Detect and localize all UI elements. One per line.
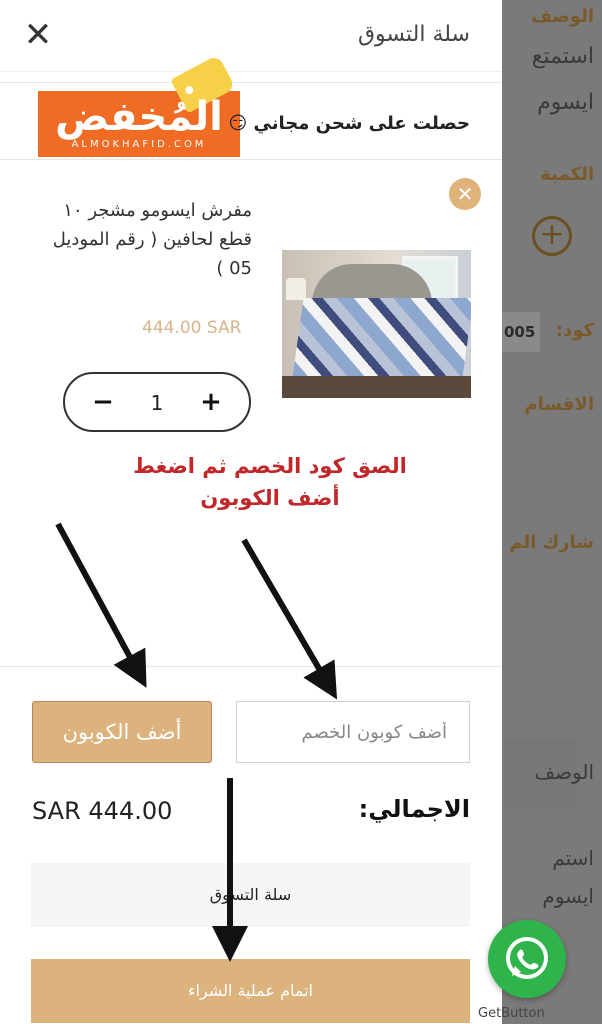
promo-banner: المُخفض ALMOKHAFID.COM حصلت على شحن مجان… [0,54,502,160]
logo-wordmark: المُخفض [55,94,223,140]
cart-footer: أضف الكوبون الاجمالي: SAR 444.00 سلة الت… [0,666,502,1024]
almokhafid-logo: المُخفض ALMOKHAFID.COM [38,54,240,157]
free-shipping-message: حصلت على شحن مجاني 😏 [228,113,470,134]
bg-code-value: 005 [500,312,540,352]
bg-sections-heading: الاقسام [524,394,594,415]
bg-text-line: استمتع [531,44,594,69]
whatsapp-chat-button[interactable] [488,920,566,998]
checkout-button[interactable]: اتمام عملية الشراء [31,959,470,1023]
getbutton-credit[interactable]: GetButton [478,1006,545,1021]
bg-description-heading: الوصف [530,6,594,27]
total-value: SAR 444.00 [32,797,173,825]
annotation-line: أضف الكوبون [200,486,340,510]
drawer-title: سلة التسوق [357,22,470,47]
annotation-line: الصق كود الخصم ثم اضغط [133,454,407,478]
bg-quantity-heading: الكمية [540,164,594,185]
increase-quantity-button[interactable]: + [193,384,229,420]
bg-description-tab: الوصف [534,760,594,784]
product-name: مفرش ايسومو مشجر ١٠ قطع لحافين ( رقم الم… [52,200,252,279]
instruction-annotation: الصق كود الخصم ثم اضغط أضف الكوبون [100,450,440,514]
quantity-value: 1 [150,391,164,415]
decrease-quantity-button[interactable]: − [85,384,121,420]
coupon-input[interactable] [236,701,470,763]
bg-text-line: ايسوم [537,90,594,115]
bg-code-label: كود: [555,320,594,341]
cart-drawer: ✕ سلة التسوق المُخفض ALMOKHAFID.COM حصلت… [0,0,502,1024]
product-image [282,250,471,398]
quantity-stepper: − 1 + [63,372,251,432]
close-icon[interactable]: ✕ [22,18,54,52]
bg-text-line: ايسوم [542,884,594,908]
add-coupon-button[interactable]: أضف الكوبون [32,701,212,763]
bg-share-heading: شارك الم [509,532,594,553]
drawer-header: ✕ سلة التسوق [0,0,502,72]
whatsapp-icon [506,937,548,979]
bg-plus-icon: + [532,216,572,256]
bg-text-line: استم [552,846,594,870]
view-cart-button[interactable]: سلة التسوق [31,863,470,927]
remove-item-button[interactable]: ✕ [449,178,481,210]
total-label: الاجمالي: [358,795,470,823]
logo-domain: ALMOKHAFID.COM [71,139,207,150]
product-price: 444.00 SAR [142,318,242,338]
